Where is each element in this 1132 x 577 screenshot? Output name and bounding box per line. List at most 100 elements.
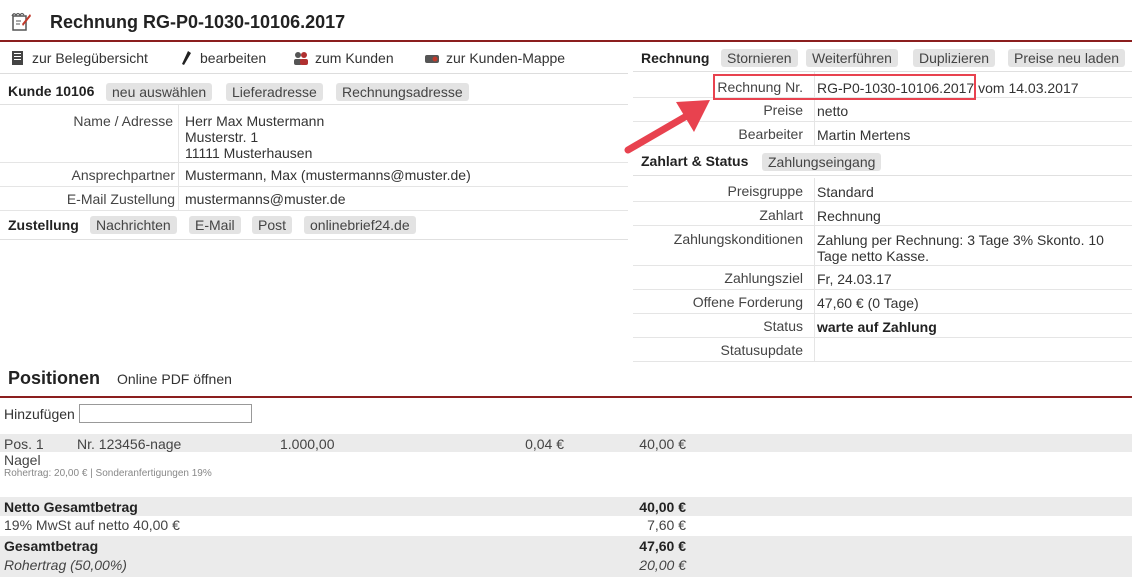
billing-address-button[interactable]: Rechnungsadresse [336,83,469,101]
due-date-row: Zahlungsziel Fr, 24.03.17 [633,266,1132,290]
gross-profit-label: Rohertrag (50,00%) [4,557,127,573]
email-button[interactable]: E-Mail [189,216,241,234]
status-label: Status [763,318,803,334]
divider [814,226,815,265]
edit-label: bearbeiten [200,50,267,66]
open-claim-row: Offene Forderung 47,60 € (0 Tage) [633,290,1132,314]
page-header: Rechnung RG-P0-1030-10106.2017 [0,0,1132,42]
payment-method-value: Rechnung [817,208,881,224]
messages-button[interactable]: Nachrichten [90,216,177,234]
prices-value: netto [817,103,849,119]
address-line: Herr Max Mustermann [185,113,325,129]
email-value: mustermanns@muster.de [185,191,346,207]
name-address-value: Herr Max Mustermann Musterstr. 1 11111 M… [185,113,324,161]
vat-value: 7,60 € [647,517,686,533]
email-row: E-Mail Zustellung mustermanns@muster.de [0,187,628,211]
invoice-icon [11,12,31,31]
quantity: 1.000,00 [280,436,335,452]
edit-link[interactable]: bearbeiten [178,50,266,66]
divider [814,266,815,289]
contact-value: Mustermann, Max (mustermanns@muster.de) [185,167,471,183]
open-pdf-link[interactable]: Online PDF öffnen [117,371,232,387]
contact-row: Ansprechpartner Mustermann, Max (musterm… [0,163,628,187]
status-update-label: Statusupdate [720,342,803,358]
divider [178,105,179,162]
customer-title: Kunde 10106 [8,83,95,99]
users-icon [294,52,308,65]
grand-total-label: Gesamtbetrag [4,538,99,554]
duplicate-button[interactable]: Duplizieren [913,49,996,67]
net-total-value: 40,00 € [639,499,686,515]
price-group-value: Standard [817,184,874,200]
invoice-title: Rechnung [641,50,710,66]
status-row: Status warte auf Zahlung [633,314,1132,338]
totals-row-bg [0,555,1132,577]
payment-method-row: Zahlart Rechnung [633,202,1132,226]
email-label: E-Mail Zustellung [66,191,175,207]
post-button[interactable]: Post [252,216,293,234]
divider [0,239,628,240]
article-note: Rohertrag: 20,00 € | Sonderanfertigungen… [4,468,212,479]
position-number: Pos. 1 [4,436,44,452]
grand-total-value: 47,60 € [639,538,686,554]
overview-link[interactable]: zur Belegübersicht [10,50,148,66]
divider [814,122,815,145]
vat-label: 19% MwSt auf netto 40,00 € [4,517,180,533]
divider [814,314,815,337]
name-address-row: Name / Adresse Herr Max Mustermann Muste… [0,105,628,163]
overview-label: zur Belegübersicht [32,50,148,66]
toolbar: zur Belegübersicht bearbeiten zum Kunden… [0,44,628,74]
due-date-value: Fr, 24.03.17 [817,271,892,287]
customer-folder-link[interactable]: zur Kunden-Mappe [424,50,565,66]
totals-row-bg [0,497,1132,516]
customer-link[interactable]: zum Kunden [293,50,394,66]
price-group-label: Preisgruppe [727,183,804,199]
address-line: 11111 Musterhausen [185,145,313,161]
reload-prices-button[interactable]: Preise neu laden [1008,49,1126,67]
divider [814,202,815,225]
status-update-row: Statusupdate [633,338,1132,362]
document-list-icon [12,51,23,65]
invoice-number-highlight [713,74,976,100]
divider [814,178,815,201]
add-label: Hinzufügen [4,406,75,422]
add-position-input[interactable] [79,404,252,423]
editor-value: Martin Mertens [817,127,911,143]
cancel-invoice-button[interactable]: Stornieren [721,49,798,67]
payment-terms-row: Zahlungskonditionen Zahlung per Rechnung… [633,226,1132,266]
payment-terms-label: Zahlungskonditionen [673,231,803,247]
unit-price: 0,04 € [525,436,564,452]
delivery-title: Zustellung [8,217,79,233]
onlinebrief-button[interactable]: onlinebrief24.de [304,216,416,234]
invoice-date: vom 14.03.2017 [978,80,1079,96]
due-date-label: Zahlungsziel [724,270,803,286]
divider [178,187,179,210]
open-claim-label: Offene Forderung [692,294,803,310]
contact-label: Ansprechpartner [71,167,175,183]
customer-label: zum Kunden [315,50,394,66]
price-group-row: Preisgruppe Standard [633,178,1132,202]
divider [0,396,1132,398]
payment-receipt-button[interactable]: Zahlungseingang [762,153,882,171]
delivery-address-button[interactable]: Lieferadresse [226,83,323,101]
payment-title: Zahlart & Status [641,153,749,169]
pen-icon [182,51,191,65]
gross-profit-value: 20,00 € [639,557,686,573]
continue-button[interactable]: Weiterführen [806,49,898,67]
status-value: warte auf Zahlung [817,319,937,335]
payment-terms-value: Zahlung per Rechnung: 3 Tage 3% Skonto. … [817,232,1104,264]
reselect-button[interactable]: neu auswählen [106,83,213,101]
divider [814,290,815,313]
positions-title: Positionen [8,368,101,388]
divider [814,338,815,361]
divider [814,98,815,121]
net-total-label: Netto Gesamtbetrag [4,499,138,515]
customer-folder-label: zur Kunden-Mappe [446,50,566,66]
annotation-arrow [624,100,710,154]
address-line: Musterstr. 1 [185,129,259,145]
divider [178,163,179,186]
name-address-label: Name / Adresse [73,113,173,129]
article-number: Nr. 123456-nage [77,436,182,452]
article-name: Nagel [4,452,41,468]
page-title: Rechnung RG-P0-1030-10106.2017 [50,12,346,32]
